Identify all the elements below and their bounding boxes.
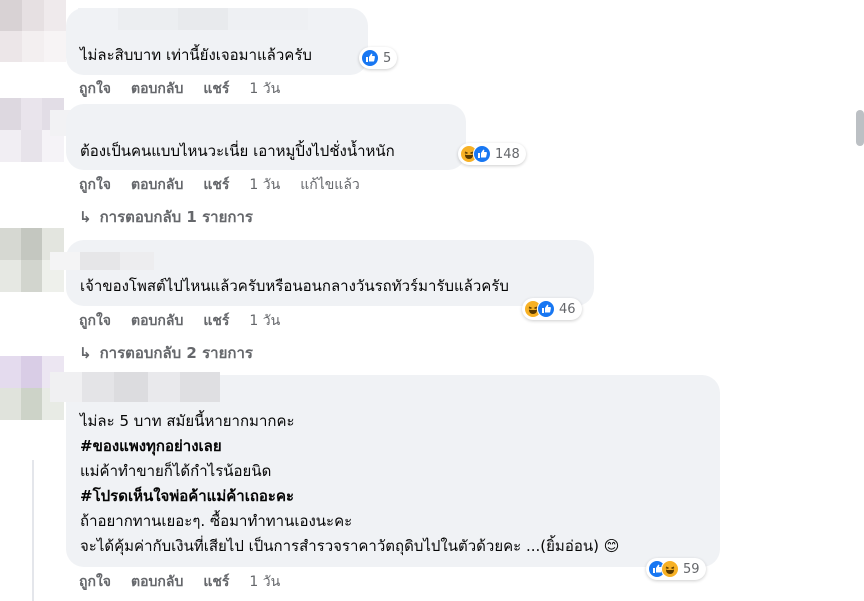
haha-reaction-icon [661, 560, 679, 578]
hashtag-link[interactable]: #ของแพงทุกอย่างเลย [80, 436, 222, 456]
reaction-count: 46 [559, 301, 576, 317]
reaction-summary[interactable]: 59 [646, 558, 706, 580]
timestamp[interactable]: 1 วัน [249, 174, 280, 196]
comment-bubble: เจ้าของโพสต์ไปไหนแล้วครับหรือนอนกลางวันร… [66, 240, 594, 306]
reaction-summary[interactable]: 5 [359, 47, 398, 69]
reaction-summary[interactable]: 46 [522, 298, 582, 320]
timestamp[interactable]: 1 วัน [249, 78, 280, 100]
share-button[interactable]: แชร์ [203, 78, 229, 100]
reply-button[interactable]: ตอบกลับ [131, 174, 183, 196]
comment-actions: ถูกใจ ตอบกลับ แชร์ 1 วัน [79, 310, 300, 332]
commenter-name[interactable] [78, 8, 308, 30]
comment-line: จะได้คุ้มค่ากับเงินที่เสียไป เป็นการสำรว… [80, 537, 620, 555]
reply-arrow-icon: ↳ [79, 208, 92, 226]
reply-button[interactable]: ตอบกลับ [131, 78, 183, 100]
comment-text: ต้องเป็นคนแบบไหนวะเนี่ย เอาหมูปิ้งไปชั่ง… [80, 142, 395, 160]
comment-line: ไม่ละ 5 บาท สมัยนี้หายากมากคะ [80, 412, 295, 430]
comment-line: แม่ค้าทำขายก็ได้กำไรน้อยนิด [80, 462, 272, 480]
share-button[interactable]: แชร์ [203, 571, 229, 593]
commenter-name[interactable] [50, 252, 154, 270]
like-button[interactable]: ถูกใจ [79, 571, 111, 593]
comment-actions: ถูกใจ ตอบกลับ แชร์ 1 วัน [79, 571, 300, 593]
thread-line [32, 460, 34, 601]
timestamp[interactable]: 1 วัน [249, 310, 280, 332]
comment-bubble: ไม่ละสิบบาท เท่านี้ยังเจอมาแล้วครับ [66, 8, 368, 75]
like-button[interactable]: ถูกใจ [79, 78, 111, 100]
comment-text: ไม่ละสิบบาท เท่านี้ยังเจอมาแล้วครับ [80, 46, 312, 64]
like-reaction-icon [473, 145, 491, 163]
reaction-count: 148 [495, 146, 520, 162]
view-replies-link[interactable]: ↳ การตอบกลับ 2 รายการ [79, 341, 253, 365]
replies-label: การตอบกลับ 2 รายการ [99, 344, 253, 362]
reaction-count: 59 [683, 561, 700, 577]
reply-arrow-icon: ↳ [79, 344, 92, 362]
commenter-name[interactable] [50, 372, 220, 402]
like-reaction-icon [537, 300, 555, 318]
comment-bubble: ต้องเป็นคนแบบไหนวะเนี่ย เอาหมูปิ้งไปชั่ง… [66, 104, 466, 170]
share-button[interactable]: แชร์ [203, 174, 229, 196]
reaction-summary[interactable]: 148 [458, 143, 526, 165]
share-button[interactable]: แชร์ [203, 310, 229, 332]
timestamp[interactable]: 1 วัน [249, 571, 280, 593]
scrollbar-thumb[interactable] [856, 110, 864, 146]
view-replies-link[interactable]: ↳ การตอบกลับ 1 รายการ [79, 205, 253, 229]
comment-line: ถ้าอยากทานเยอะๆ. ซื้อมาทำทานเองนะคะ [80, 512, 353, 530]
replies-label: การตอบกลับ 1 รายการ [99, 208, 253, 226]
reaction-count: 5 [383, 50, 392, 66]
avatar[interactable] [0, 0, 66, 62]
reply-button[interactable]: ตอบกลับ [131, 571, 183, 593]
hashtag-link[interactable]: #โปรดเห็นใจพ่อค้าแม่ค้าเถอะคะ [80, 486, 294, 506]
reply-button[interactable]: ตอบกลับ [131, 310, 183, 332]
edited-label: แก้ไขแล้ว [300, 177, 360, 193]
like-button[interactable]: ถูกใจ [79, 310, 111, 332]
like-reaction-icon [361, 49, 379, 67]
comment-bubble: ไม่ละ 5 บาท สมัยนี้หายากมากคะ #ของแพงทุก… [66, 375, 720, 567]
comment-actions: ถูกใจ ตอบกลับ แชร์ 1 วัน [79, 78, 300, 100]
comment-text: เจ้าของโพสต์ไปไหนแล้วครับหรือนอนกลางวันร… [80, 277, 509, 295]
comment-actions: ถูกใจ ตอบกลับ แชร์ 1 วัน แก้ไขแล้ว [79, 174, 380, 196]
like-button[interactable]: ถูกใจ [79, 174, 111, 196]
